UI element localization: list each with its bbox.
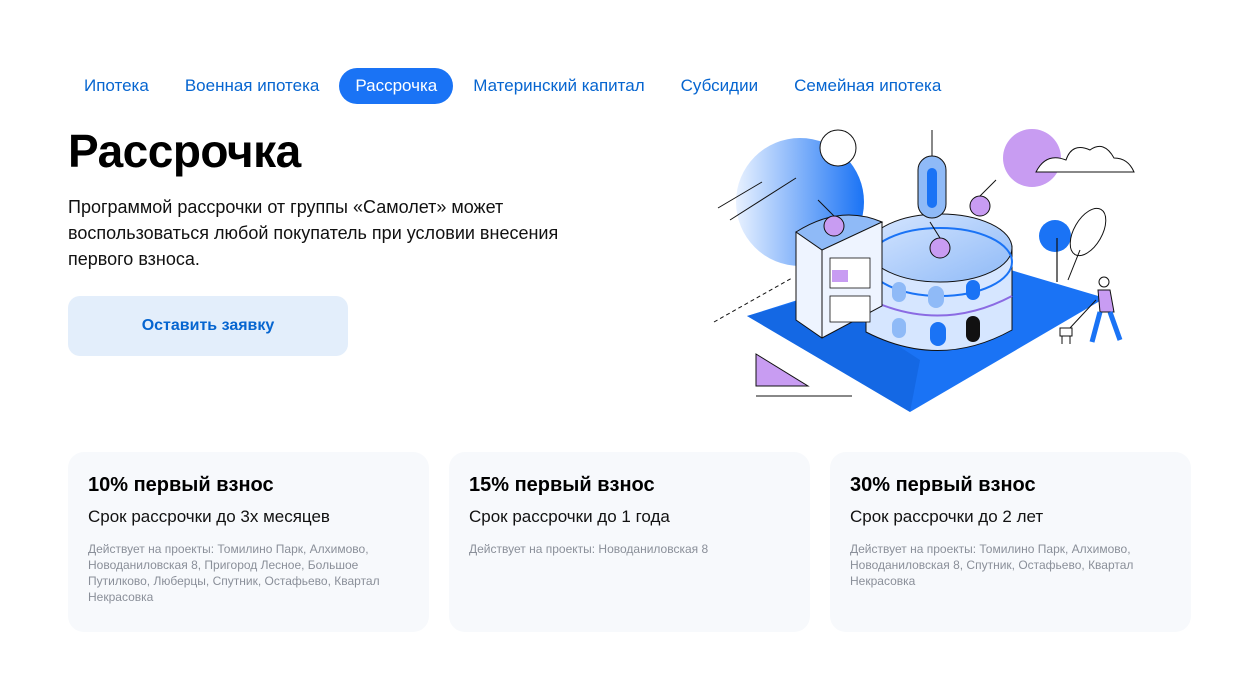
program-tabs: Ипотека Военная ипотека Рассрочка Матери… — [68, 68, 961, 104]
tab-maternity-capital[interactable]: Материнский капитал — [457, 68, 660, 104]
plan-title: 30% первый взнос — [850, 474, 1036, 496]
page-title: Рассрочка — [68, 125, 301, 177]
tab-family-mortgage[interactable]: Семейная ипотека — [778, 68, 957, 104]
plan-card: 10% первый взнос Срок рассрочки до 3х ме… — [68, 452, 429, 632]
installment-plans: 10% первый взнос Срок рассрочки до 3х ме… — [68, 452, 1191, 632]
building-illustration — [713, 129, 1135, 412]
tab-installment[interactable]: Рассрочка — [339, 68, 454, 104]
submit-request-button[interactable]: Оставить заявку — [68, 296, 348, 356]
plan-card: 15% первый взнос Срок рассрочки до 1 год… — [449, 452, 810, 632]
tab-mortgage[interactable]: Ипотека — [68, 68, 165, 104]
plan-projects: Действует на проекты: Новоданиловская 8 — [469, 542, 709, 556]
plan-projects: Действует на проекты: Томилино Парк, Алх… — [88, 542, 380, 604]
tab-military-mortgage[interactable]: Военная ипотека — [169, 68, 336, 104]
plan-title: 10% первый взнос — [88, 474, 274, 496]
plan-term: Срок рассрочки до 3х месяцев — [88, 507, 330, 526]
plan-term: Срок рассрочки до 2 лет — [850, 507, 1044, 526]
plan-term: Срок рассрочки до 1 года — [469, 507, 670, 526]
hero-description: Программой рассрочки от группы «Самолет»… — [68, 197, 559, 269]
plan-card: 30% первый взнос Срок рассрочки до 2 лет… — [830, 452, 1191, 632]
plan-projects: Действует на проекты: Томилино Парк, Алх… — [850, 542, 1134, 588]
plan-title: 15% первый взнос — [469, 474, 655, 496]
tab-subsidies[interactable]: Субсидии — [665, 68, 774, 104]
